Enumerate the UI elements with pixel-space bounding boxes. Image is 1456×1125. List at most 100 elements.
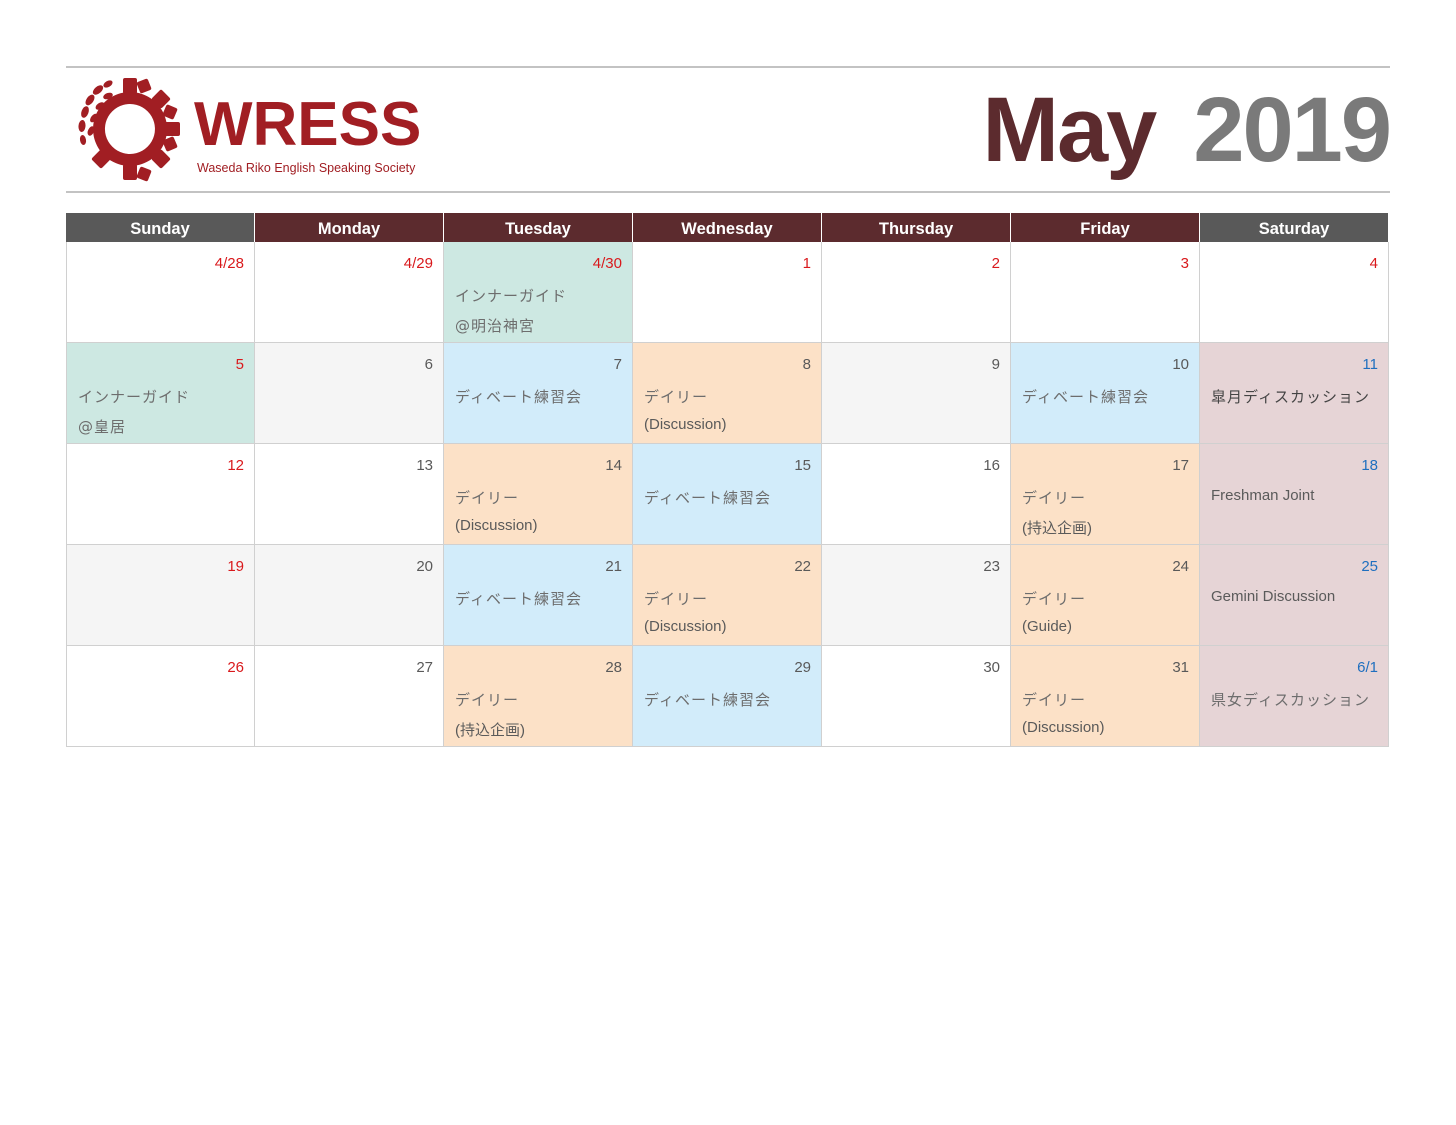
event-text: デイリー: [644, 388, 709, 406]
event-text: @皇居: [78, 418, 127, 436]
day-cell[interactable]: 16: [822, 444, 1011, 545]
day-number: 5: [235, 356, 244, 373]
weekday-header-wednesday: Wednesday: [633, 213, 822, 242]
year-title: 2019: [1193, 79, 1392, 181]
weekday-header-sunday: Sunday: [66, 213, 255, 242]
top-divider: [66, 66, 1390, 68]
day-number: 24: [1172, 558, 1189, 575]
event-text: (持込企画): [1022, 520, 1092, 537]
event-text: インナーガイド: [78, 388, 191, 406]
day-number: 4/30: [592, 255, 622, 272]
day-cell[interactable]: 3: [1011, 242, 1200, 343]
day-number: 1: [802, 255, 811, 272]
day-cell[interactable]: 6/1 県女ディスカッション: [1200, 646, 1389, 747]
day-cell[interactable]: 8 デイリー (Discussion): [633, 343, 822, 444]
event-text: (Discussion): [455, 517, 538, 534]
gear-logo-icon: [78, 78, 180, 182]
event-text: ディベート練習会: [644, 489, 771, 507]
day-number: 22: [794, 558, 811, 575]
weekday-header-tuesday: Tuesday: [444, 213, 633, 242]
event-text: デイリー: [1022, 590, 1087, 608]
event-text: デイリー: [455, 489, 520, 507]
day-number: 15: [794, 457, 811, 474]
day-cell[interactable]: 6: [255, 343, 444, 444]
day-cell[interactable]: 4: [1200, 242, 1389, 343]
day-number: 28: [605, 659, 622, 676]
day-number: 14: [605, 457, 622, 474]
day-number: 9: [991, 356, 1000, 373]
event-text: ディベート練習会: [644, 691, 771, 709]
day-cell[interactable]: 12: [66, 444, 255, 545]
day-cell[interactable]: 7 ディベート練習会: [444, 343, 633, 444]
event-text: (Discussion): [644, 416, 727, 433]
day-cell[interactable]: 4/29: [255, 242, 444, 343]
event-text: デイリー: [644, 590, 709, 608]
event-text: Gemini Discussion: [1211, 588, 1336, 605]
event-text: デイリー: [455, 691, 520, 709]
calendar-grid: Sunday Monday Tuesday Wednesday Thursday Frid…: [66, 213, 1389, 747]
day-cell[interactable]: 11 皐月ディスカッション: [1200, 343, 1389, 444]
day-cell[interactable]: 31 デイリー (Discussion): [1011, 646, 1200, 747]
day-cell[interactable]: 20: [255, 545, 444, 646]
day-cell[interactable]: 9: [822, 343, 1011, 444]
day-cell[interactable]: 13: [255, 444, 444, 545]
day-number: 8: [802, 356, 811, 373]
day-number: 16: [983, 457, 1000, 474]
day-cell[interactable]: 4/30 インナーガイド @明治神宮: [444, 242, 633, 343]
day-number: 2: [991, 255, 1000, 272]
event-text: (Discussion): [644, 618, 727, 635]
month-title: May: [982, 79, 1157, 181]
event-text: ディベート練習会: [455, 590, 582, 608]
day-number: 31: [1172, 659, 1189, 676]
day-cell[interactable]: 4/28: [66, 242, 255, 343]
day-cell[interactable]: 14 デイリー (Discussion): [444, 444, 633, 545]
event-text: 皐月ディスカッション: [1211, 388, 1370, 406]
wress-logo: WRESS Waseda Riko English Speaking Socie…: [78, 74, 422, 184]
day-number: 29: [794, 659, 811, 676]
day-number: 4/28: [214, 255, 244, 272]
day-cell[interactable]: 21 ディベート練習会: [444, 545, 633, 646]
weekday-header-friday: Friday: [1011, 213, 1200, 242]
event-text: ディベート練習会: [455, 388, 582, 406]
event-text: @明治神宮: [455, 317, 536, 335]
day-number: 17: [1172, 457, 1189, 474]
day-cell[interactable]: 18 Freshman Joint: [1200, 444, 1389, 545]
day-cell[interactable]: 22 デイリー (Discussion): [633, 545, 822, 646]
day-number: 21: [605, 558, 622, 575]
event-text: 県女ディスカッション: [1211, 691, 1370, 709]
day-number: 11: [1362, 356, 1378, 373]
event-text: (持込企画): [455, 722, 525, 739]
logo-wordmark: WRESS: [194, 90, 422, 159]
day-number: 23: [983, 558, 1000, 575]
day-cell[interactable]: 2: [822, 242, 1011, 343]
day-cell[interactable]: 26: [66, 646, 255, 747]
day-cell[interactable]: 23: [822, 545, 1011, 646]
day-number: 6: [424, 356, 433, 373]
event-text: (Guide): [1022, 618, 1073, 635]
day-cell[interactable]: 27: [255, 646, 444, 747]
day-number: 20: [416, 558, 433, 575]
day-number: 25: [1361, 558, 1378, 575]
day-cell[interactable]: 24 デイリー (Guide): [1011, 545, 1200, 646]
day-number: 4/29: [403, 255, 433, 272]
day-cell[interactable]: 1: [633, 242, 822, 343]
weekday-header-thursday: Thursday: [822, 213, 1011, 242]
day-cell[interactable]: 29 ディベート練習会: [633, 646, 822, 747]
event-text: デイリー: [1022, 691, 1087, 709]
day-number: 30: [983, 659, 1000, 676]
day-cell[interactable]: 17 デイリー (持込企画): [1011, 444, 1200, 545]
event-text: Freshman Joint: [1211, 487, 1315, 504]
day-cell[interactable]: 15 ディベート練習会: [633, 444, 822, 545]
day-number: 3: [1180, 255, 1189, 272]
day-cell[interactable]: 19: [66, 545, 255, 646]
day-number: 4: [1369, 255, 1378, 272]
day-cell[interactable]: 30: [822, 646, 1011, 747]
day-cell[interactable]: 5 インナーガイド @皇居: [66, 343, 255, 444]
day-cell[interactable]: 25 Gemini Discussion: [1200, 545, 1389, 646]
calendar-page: WRESS Waseda Riko English Speaking Socie…: [0, 0, 1456, 1125]
month-year-title: May 2019: [982, 79, 1392, 181]
day-number: 12: [227, 457, 244, 474]
day-cell[interactable]: 28 デイリー (持込企画): [444, 646, 633, 747]
day-number: 19: [227, 558, 244, 575]
day-cell[interactable]: 10 ディベート練習会: [1011, 343, 1200, 444]
